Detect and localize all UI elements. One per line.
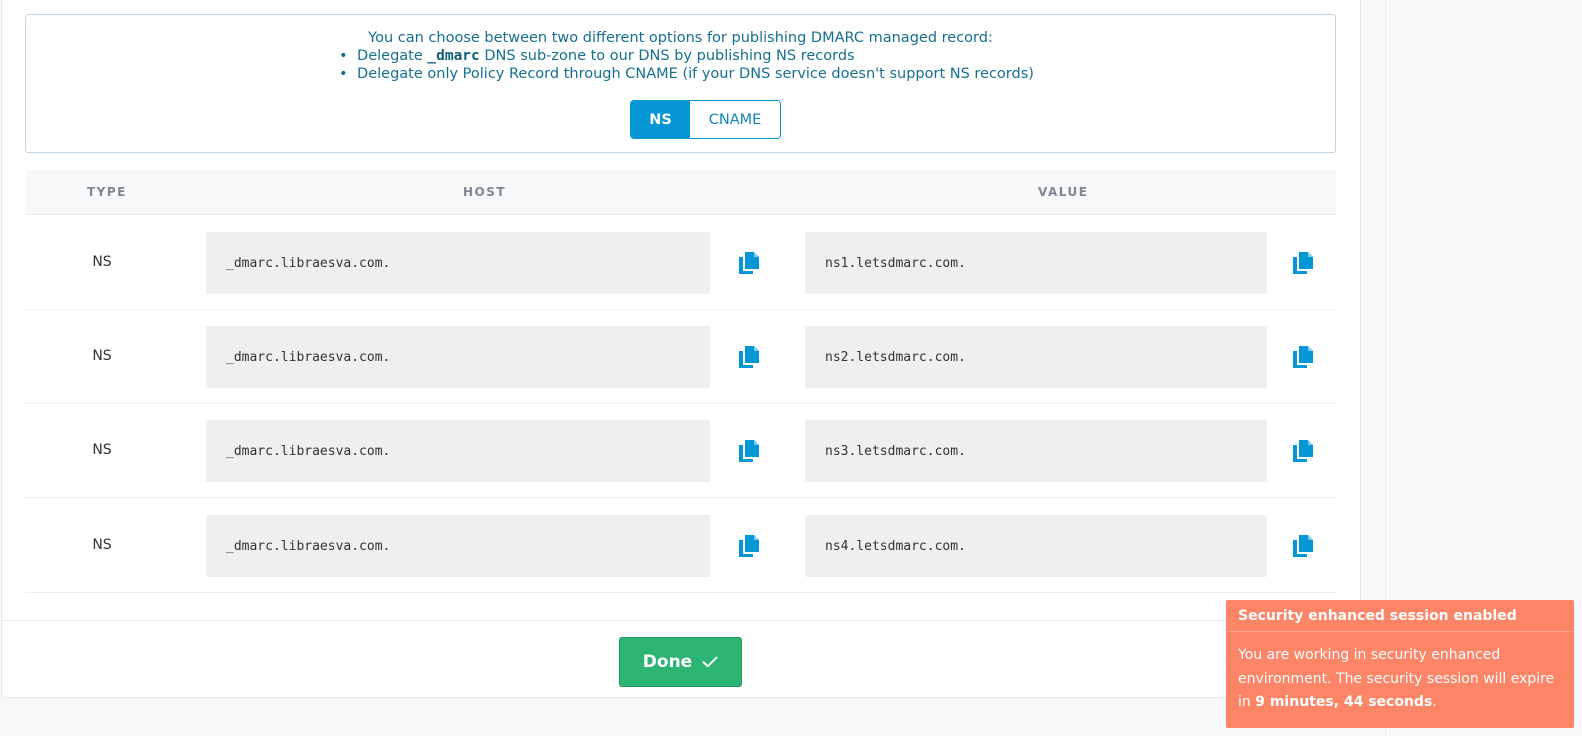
record-type: NS xyxy=(92,537,112,553)
record-type: NS xyxy=(92,442,112,458)
done-button[interactable]: Done xyxy=(619,637,742,687)
info-options-list: Delegate _dmarc DNS sub-zone to our DNS … xyxy=(337,47,1034,83)
table-row: NS _dmarc.libraesva.com. ns1.letsdmarc.com… xyxy=(25,215,1336,310)
toggle-ns[interactable]: NS xyxy=(631,101,690,138)
value-field[interactable]: ns3.letsdmarc.com. xyxy=(805,420,1267,482)
record-type: NS xyxy=(92,348,112,364)
toast-title: Security enhanced session enabled xyxy=(1226,600,1574,632)
copy-value-icon[interactable] xyxy=(1293,535,1313,557)
copy-host-icon[interactable] xyxy=(739,535,759,557)
dmarc-code: _dmarc xyxy=(427,48,480,64)
table-row: NS _dmarc.libraesva.com. ns2.letsdmarc.com… xyxy=(25,309,1336,404)
records-table-header: TYPE HOST VALUE xyxy=(25,170,1336,215)
record-type: NS xyxy=(92,254,112,270)
host-field[interactable]: _dmarc.libraesva.com. xyxy=(206,326,710,388)
copy-host-icon[interactable] xyxy=(739,252,759,274)
session-time-remaining: 9 minutes, 44 seconds xyxy=(1255,694,1433,710)
footer-divider xyxy=(1,620,1361,621)
copy-value-icon[interactable] xyxy=(1293,440,1313,462)
column-header-value: VALUE xyxy=(1038,185,1089,199)
value-field[interactable]: ns2.letsdmarc.com. xyxy=(805,326,1267,388)
security-session-toast: Security enhanced session enabled You ar… xyxy=(1226,600,1574,728)
copy-value-icon[interactable] xyxy=(1293,346,1313,368)
info-intro: You can choose between two different opt… xyxy=(368,30,993,46)
check-icon xyxy=(702,656,718,668)
column-header-host: HOST xyxy=(463,185,507,199)
value-field[interactable]: ns4.letsdmarc.com. xyxy=(805,515,1267,577)
toggle-cname[interactable]: CNAME xyxy=(690,101,780,138)
host-field[interactable]: _dmarc.libraesva.com. xyxy=(206,420,710,482)
table-row: NS _dmarc.libraesva.com. ns3.letsdmarc.com… xyxy=(25,403,1336,498)
copy-host-icon[interactable] xyxy=(739,440,759,462)
publish-options-info: You can choose between two different opt… xyxy=(25,14,1336,153)
table-row: NS _dmarc.libraesva.com. ns4.letsdmarc.com… xyxy=(25,498,1336,593)
host-field[interactable]: _dmarc.libraesva.com. xyxy=(206,232,710,294)
record-type-toggle: NS CNAME xyxy=(630,100,781,139)
info-text: You can choose between two different opt… xyxy=(26,29,1335,83)
toast-body: You are working in security enhanced env… xyxy=(1238,647,1555,710)
info-option-ns: Delegate _dmarc DNS sub-zone to our DNS … xyxy=(337,47,1034,65)
done-button-label: Done xyxy=(642,652,693,672)
host-field[interactable]: _dmarc.libraesva.com. xyxy=(206,515,710,577)
value-field[interactable]: ns1.letsdmarc.com. xyxy=(805,232,1267,294)
copy-host-icon[interactable] xyxy=(739,346,759,368)
info-option-cname: Delegate only Policy Record through CNAM… xyxy=(337,65,1034,83)
copy-value-icon[interactable] xyxy=(1293,252,1313,274)
column-header-type: TYPE xyxy=(87,185,127,199)
